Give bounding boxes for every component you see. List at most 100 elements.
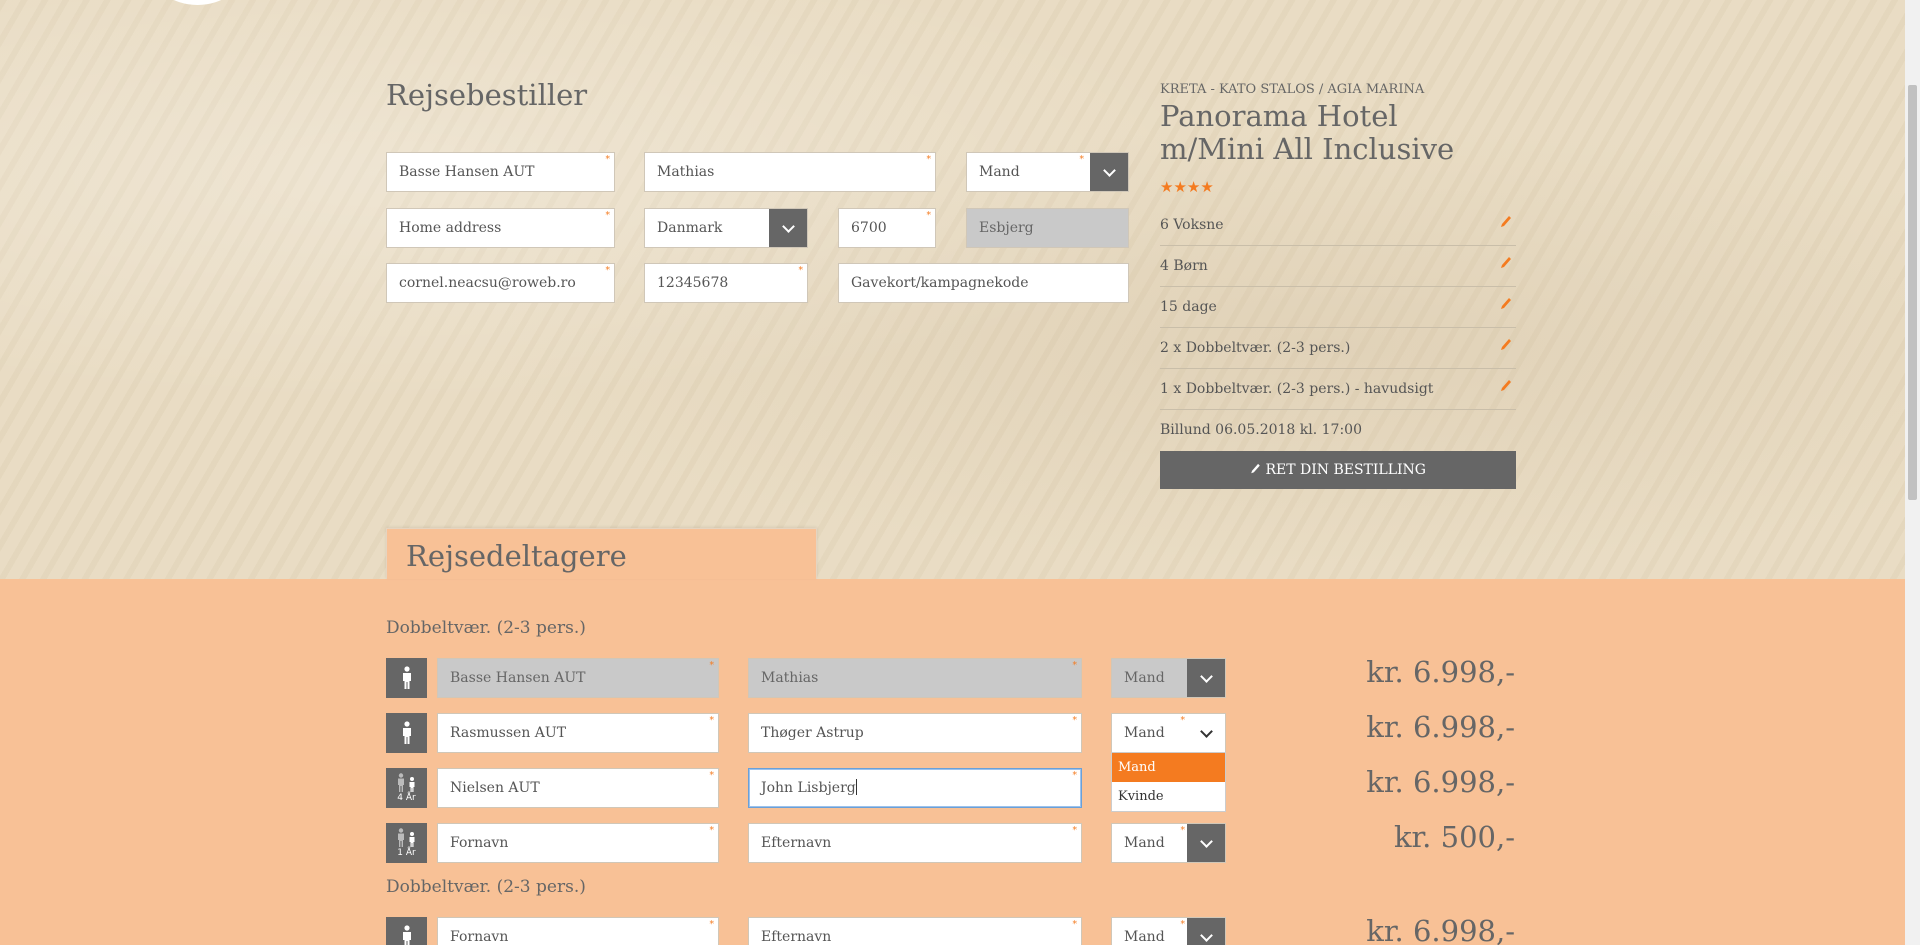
pencil-icon (1251, 463, 1260, 474)
pencil-icon[interactable] (1500, 215, 1512, 229)
hotel-title: Panorama Hotel m/Mini All Inclusive ★★★★ (1160, 100, 1500, 204)
scrollbar-thumb[interactable] (1908, 85, 1917, 500)
summary-row-departure: Billund 06.05.2018 kl. 17:00 (1160, 410, 1516, 451)
required-mark: * (709, 826, 715, 836)
participant-gender-select[interactable]: Mand * (1111, 823, 1226, 863)
departure-label: Billund 06.05.2018 kl. 17:00 (1160, 422, 1362, 438)
required-mark: * (798, 266, 804, 276)
required-mark: * (709, 716, 715, 726)
required-mark: * (1180, 920, 1186, 930)
gender-option-kvinde[interactable]: Kvinde (1112, 782, 1225, 811)
participant-gender-value: Mand (1124, 835, 1165, 851)
participant-price: kr. 6.998,- (1366, 655, 1515, 689)
required-mark: * (605, 155, 611, 165)
voucher-code-input[interactable]: Gavekort/kampagnekode (838, 263, 1129, 303)
destination-label: KRETA - KATO STALOS / AGIA MARINA (1160, 82, 1425, 97)
participant-last-name-input[interactable]: Rasmussen AUT * (437, 713, 719, 753)
summary-row-label: 4 Børn (1160, 258, 1208, 274)
chevron-down-icon[interactable] (769, 209, 807, 247)
required-mark: * (709, 920, 715, 930)
voucher-placeholder: Gavekort/kampagnekode (851, 275, 1029, 291)
scrollbar[interactable] (1905, 0, 1920, 945)
child-icon: 4 År (386, 768, 427, 808)
required-mark: * (605, 266, 611, 276)
participant-last-name-value: Basse Hansen AUT (450, 670, 586, 686)
gender-dropdown-list[interactable]: Mand Kvinde (1111, 752, 1226, 812)
participant-first-name-input[interactable]: Thøger Astrup * (748, 713, 1082, 753)
booker-email-value: cornel.neacsu@roweb.ro (399, 275, 576, 291)
summary-row-label: 2 x Dobbeltvær. (2-3 pers.) (1160, 340, 1351, 356)
chevron-down-icon[interactable] (1090, 153, 1128, 191)
booker-gender-value: Mand (979, 164, 1020, 180)
participant-first-name-input[interactable]: Efternavn * (748, 823, 1082, 863)
required-mark: * (1072, 716, 1078, 726)
summary-row-adults: 6 Voksne (1160, 205, 1516, 246)
child-age-label: 4 År (397, 793, 416, 803)
pencil-icon[interactable] (1500, 256, 1512, 270)
room-group-label: Dobbeltvær. (2-3 pers.) (386, 618, 586, 638)
booker-phone-input[interactable]: 12345678 * (644, 263, 808, 303)
booker-title: Rejsebestiller (386, 78, 588, 112)
participant-last-name-input[interactable]: Fornavn * (437, 917, 719, 945)
required-mark: * (1072, 771, 1078, 781)
participant-last-name-input[interactable]: Nielsen AUT * (437, 768, 719, 808)
chevron-down-icon[interactable] (1187, 824, 1225, 862)
participant-first-name-input[interactable]: John Lisbjerg * (748, 768, 1082, 808)
booker-last-name-value: Basse Hansen AUT (399, 164, 535, 180)
child-icon: 1 År (386, 823, 427, 863)
hotel-name: Panorama Hotel m/Mini All Inclusive (1160, 99, 1455, 166)
booker-country-select[interactable]: Danmark (644, 208, 808, 248)
participant-first-name-placeholder: Efternavn (761, 835, 832, 851)
participant-gender-select[interactable]: Mand * (1111, 713, 1226, 753)
participants-title: Rejsedeltagere (406, 539, 627, 573)
participant-gender-value: Mand (1124, 929, 1165, 945)
booker-city-value: Esbjerg (979, 220, 1034, 236)
participant-first-name-input: Mathias * (748, 658, 1082, 698)
booker-country-value: Danmark (657, 220, 723, 236)
summary-row-room-2: 1 x Dobbeltvær. (2-3 pers.) - havudsigt (1160, 369, 1516, 410)
room-group-label: Dobbeltvær. (2-3 pers.) (386, 877, 586, 897)
adult-icon (386, 713, 427, 753)
participant-last-name-input[interactable]: Fornavn * (437, 823, 719, 863)
booker-last-name-input[interactable]: Basse Hansen AUT * (386, 152, 615, 192)
booker-email-input[interactable]: cornel.neacsu@roweb.ro * (386, 263, 615, 303)
required-mark: * (1072, 661, 1078, 671)
chevron-down-icon[interactable] (1187, 714, 1225, 752)
participant-first-name-value: Thøger Astrup (761, 725, 864, 741)
summary-row-label: 6 Voksne (1160, 217, 1224, 233)
participant-price: kr. 6.998,- (1366, 765, 1515, 799)
booker-gender-select[interactable]: Mand * (966, 152, 1129, 192)
summary-row-children: 4 Børn (1160, 246, 1516, 287)
required-mark: * (1079, 155, 1085, 165)
gender-option-mand[interactable]: Mand (1112, 753, 1225, 782)
required-mark: * (709, 661, 715, 671)
participant-price: kr. 500,- (1393, 820, 1515, 854)
participant-first-name-value: Mathias (761, 670, 819, 686)
participant-gender-select[interactable]: Mand * (1111, 917, 1226, 945)
booker-address-placeholder: Home address (399, 220, 502, 236)
pencil-icon[interactable] (1500, 379, 1512, 393)
required-mark: * (1180, 716, 1186, 726)
participant-price: kr. 6.998,- (1366, 914, 1515, 945)
participant-first-name-input[interactable]: Efternavn * (748, 917, 1082, 945)
participant-gender-value: Mand (1124, 670, 1165, 686)
booker-zip-input[interactable]: 6700 * (838, 208, 936, 248)
booker-first-name-value: Mathias (657, 164, 715, 180)
participant-first-name-value: John Lisbjerg (761, 780, 856, 796)
adult-icon (386, 658, 427, 698)
booker-address-input[interactable]: Home address * (386, 208, 615, 248)
edit-booking-button[interactable]: RET DIN BESTILLING (1160, 451, 1516, 489)
required-mark: * (709, 771, 715, 781)
participant-gender-value: Mand (1124, 725, 1165, 741)
participant-last-name-placeholder: Fornavn (450, 835, 509, 851)
required-mark: * (1180, 826, 1186, 836)
participant-gender-select: Mand (1111, 658, 1226, 698)
participant-last-name-value: Rasmussen AUT (450, 725, 567, 741)
pencil-icon[interactable] (1500, 297, 1512, 311)
pencil-icon[interactable] (1500, 338, 1512, 352)
summary-row-label: 15 dage (1160, 299, 1217, 315)
booker-zip-value: 6700 (851, 220, 887, 236)
participant-first-name-placeholder: Efternavn (761, 929, 832, 945)
booker-first-name-input[interactable]: Mathias * (644, 152, 936, 192)
chevron-down-icon[interactable] (1187, 918, 1225, 945)
